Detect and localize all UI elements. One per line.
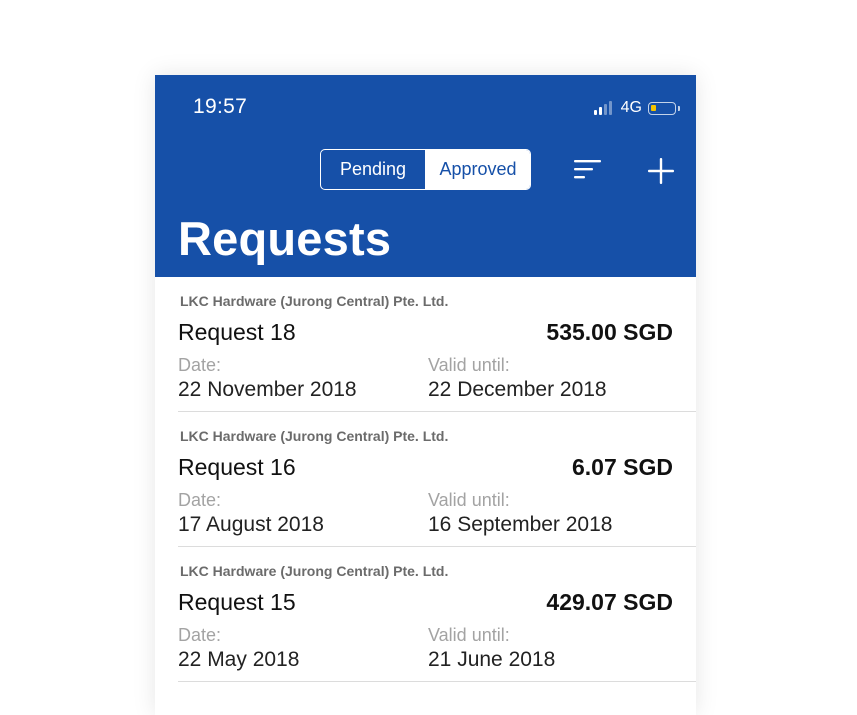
request-amount: 6.07 SGD bbox=[572, 454, 673, 480]
request-name: Request 15 bbox=[178, 589, 296, 615]
status-time: 19:57 bbox=[193, 95, 248, 118]
vendor-name: LKC Hardware (Jurong Central) Pte. Ltd. bbox=[180, 293, 449, 309]
tab-pending[interactable]: Pending bbox=[321, 150, 426, 189]
phone-screen: 19:57 4G Pending Approved Requests LKC H… bbox=[155, 75, 696, 715]
date-label: Date: bbox=[178, 625, 222, 645]
battery-icon bbox=[648, 101, 680, 115]
signal-bar bbox=[608, 101, 612, 115]
signal-strength-icon bbox=[593, 101, 614, 115]
signal-bar bbox=[598, 107, 602, 115]
signal-bar bbox=[593, 110, 597, 115]
vendor-name: LKC Hardware (Jurong Central) Pte. Ltd. bbox=[180, 428, 449, 444]
request-list-item[interactable]: LKC Hardware (Jurong Central) Pte. Ltd. … bbox=[155, 547, 696, 682]
battery-level bbox=[651, 104, 656, 111]
request-list-item[interactable]: LKC Hardware (Jurong Central) Pte. Ltd. … bbox=[155, 277, 696, 412]
request-name: Request 16 bbox=[178, 454, 296, 480]
valid-until-value: 22 December 2018 bbox=[428, 378, 607, 401]
status-segmented-control: Pending Approved bbox=[320, 149, 531, 190]
divider bbox=[178, 681, 696, 682]
request-amount: 535.00 SGD bbox=[546, 319, 673, 345]
valid-until-label: Valid until: bbox=[428, 490, 510, 510]
request-amount: 429.07 SGD bbox=[546, 589, 673, 615]
sort-button[interactable] bbox=[574, 159, 602, 181]
date-value: 22 May 2018 bbox=[178, 648, 300, 671]
add-request-button[interactable] bbox=[647, 157, 675, 185]
date-label: Date: bbox=[178, 490, 222, 510]
date-label: Date: bbox=[178, 355, 222, 375]
valid-until-value: 21 June 2018 bbox=[428, 648, 556, 671]
valid-until-label: Valid until: bbox=[428, 355, 510, 375]
page-title: Requests bbox=[178, 212, 392, 265]
date-value: 22 November 2018 bbox=[178, 378, 357, 401]
plus-icon bbox=[648, 158, 674, 184]
request-list-item[interactable]: LKC Hardware (Jurong Central) Pte. Ltd. … bbox=[155, 412, 696, 547]
signal-bar bbox=[603, 104, 607, 115]
network-type: 4G bbox=[620, 99, 642, 116]
tab-approved[interactable]: Approved bbox=[426, 150, 530, 189]
request-name: Request 18 bbox=[178, 319, 296, 345]
requests-list: LKC Hardware (Jurong Central) Pte. Ltd. … bbox=[155, 277, 696, 682]
valid-until-label: Valid until: bbox=[428, 625, 510, 645]
valid-until-value: 16 September 2018 bbox=[428, 513, 613, 536]
sort-lines-icon bbox=[574, 160, 601, 179]
status-indicators: 4G bbox=[593, 99, 680, 117]
header-bar: 19:57 4G Pending Approved Requests bbox=[155, 75, 696, 277]
vendor-name: LKC Hardware (Jurong Central) Pte. Ltd. bbox=[180, 563, 449, 579]
date-value: 17 August 2018 bbox=[178, 513, 324, 536]
